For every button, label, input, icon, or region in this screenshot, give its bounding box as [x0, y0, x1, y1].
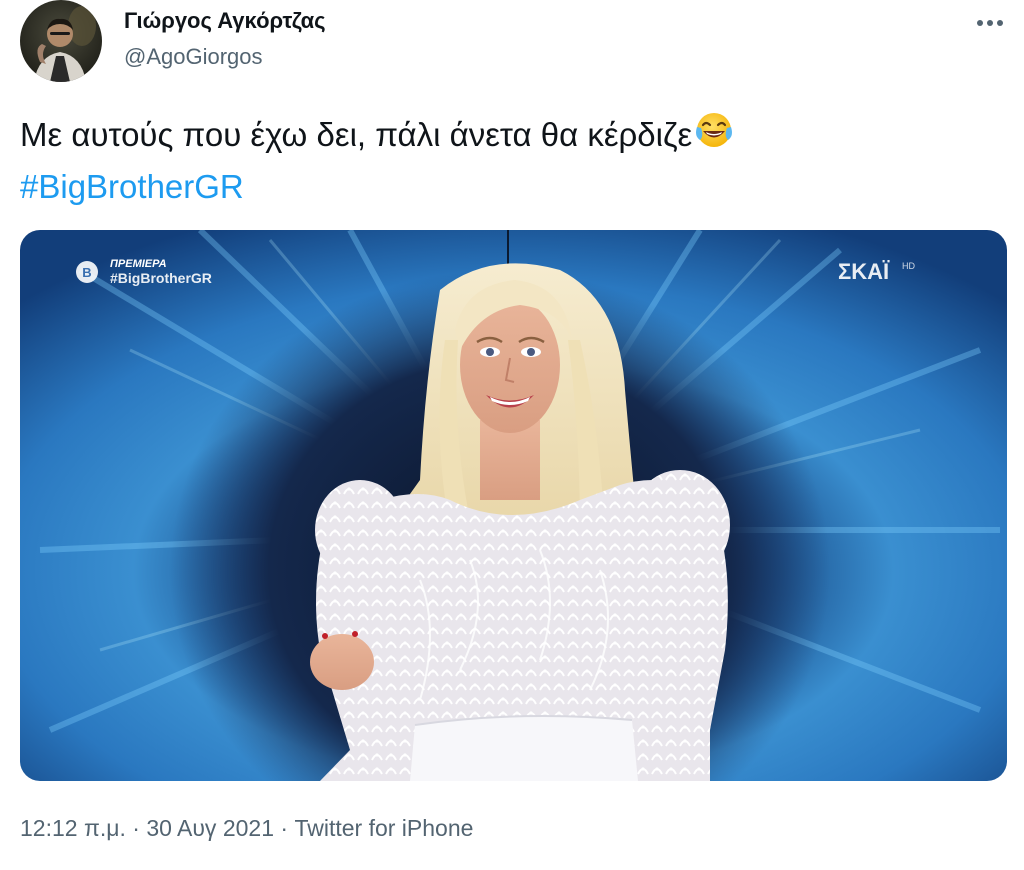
overlay-badge-letter: B [82, 265, 91, 280]
tweet: Γιώργος Αγκόρτζας @AgoGiorgos Με αυτούς … [0, 0, 1024, 870]
tweet-media-image[interactable]: B ΠΡΕΜΙΕΡΑ #BigBrotherGR ΣΚΑΪ HD [20, 230, 1007, 781]
tweet-text-line-1: Με αυτούς που έχω δει, πάλι άνετα θα κέρ… [20, 110, 1010, 163]
meta-separator: · [280, 815, 289, 841]
meta-separator: · [132, 815, 140, 841]
avatar[interactable] [20, 0, 102, 82]
tweet-time[interactable]: 12:12 π.μ. [20, 815, 126, 841]
author-handle[interactable]: @AgoGiorgos [124, 44, 263, 70]
tweet-date[interactable]: 30 Αυγ 2021 [146, 815, 274, 841]
avatar-image [20, 0, 102, 82]
channel-logo: ΣΚΑΪ [838, 259, 890, 284]
tweet-source[interactable]: Twitter for iPhone [294, 815, 473, 841]
more-dots-icon [977, 20, 1003, 26]
tweet-text: Με αυτούς που έχω δει, πάλι άνετα θα κέρ… [20, 110, 1010, 211]
overlay-premiere: ΠΡΕΜΙΕΡΑ [110, 258, 167, 270]
more-options-button[interactable] [970, 8, 1010, 38]
face-with-tears-of-joy-icon [694, 110, 734, 163]
author-display-name[interactable]: Γιώργος Αγκόρτζας [124, 8, 326, 34]
tweet-meta: 12:12 π.μ. · 30 Αυγ 2021 · Twitter for i… [20, 815, 473, 842]
overlay-hashtag: #BigBrotherGR [110, 270, 212, 286]
channel-hd: HD [902, 261, 915, 271]
tweet-body-text: Με αυτούς που έχω δει, πάλι άνετα θα κέρ… [20, 116, 693, 153]
media-photo: B ΠΡΕΜΙΕΡΑ #BigBrotherGR ΣΚΑΪ HD [20, 230, 1007, 781]
hashtag-link[interactable]: #BigBrotherGR [20, 163, 1010, 211]
